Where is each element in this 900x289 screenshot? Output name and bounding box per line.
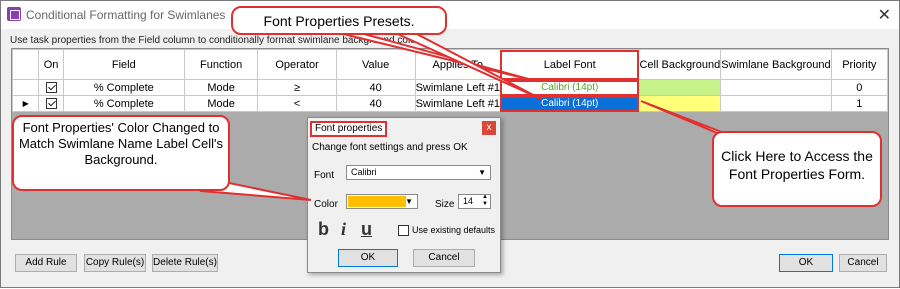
field-cell[interactable]: % Complete bbox=[62, 79, 185, 96]
stepper-arrows-icon[interactable]: ▲ ▼ bbox=[482, 194, 488, 208]
function-cell[interactable]: Mode bbox=[183, 79, 259, 96]
add-rule-button[interactable]: Add Rule bbox=[15, 254, 77, 272]
row-selector[interactable] bbox=[11, 79, 40, 96]
column-header-swimlane-background[interactable]: Swimlane Background bbox=[720, 49, 832, 80]
color-swatch bbox=[348, 196, 406, 207]
column-header-value[interactable]: Value bbox=[335, 49, 416, 80]
size-value: 14 bbox=[463, 196, 474, 206]
label-font-cell[interactable]: Calibri (14pt) bbox=[499, 95, 640, 112]
row-selector[interactable]: ▶ bbox=[11, 95, 40, 112]
function-cell[interactable]: Mode bbox=[183, 95, 259, 112]
font-dialog-close-icon[interactable]: x bbox=[482, 121, 496, 135]
underline-button[interactable]: u bbox=[361, 219, 372, 240]
column-header-label-font[interactable]: Label Font bbox=[499, 49, 640, 80]
field-cell[interactable]: % Complete bbox=[62, 95, 185, 112]
rules-table: On Field Function Operator Value Applies… bbox=[11, 49, 889, 112]
click-here-callout: Click Here to Access the Font Properties… bbox=[712, 131, 882, 207]
font-dialog-cancel-button[interactable]: Cancel bbox=[413, 249, 475, 267]
column-header-priority[interactable]: Priority bbox=[830, 49, 889, 80]
color-changed-callout: Font Properties' Color Changed to Match … bbox=[12, 115, 230, 191]
column-header-function[interactable]: Function bbox=[183, 49, 259, 80]
column-header-operator[interactable]: Operator bbox=[257, 49, 337, 80]
applies-to-cell[interactable]: Swimlane Left #1 bbox=[414, 95, 501, 112]
table-row[interactable]: % Complete Mode ≥ 40 Swimlane Left #1 Ca… bbox=[11, 79, 889, 96]
delete-rule-button[interactable]: Delete Rule(s) bbox=[152, 254, 218, 272]
chevron-down-icon: ▼ bbox=[478, 168, 486, 177]
use-existing-defaults-checkbox[interactable] bbox=[398, 225, 409, 236]
operator-cell[interactable]: < bbox=[257, 95, 337, 112]
value-cell[interactable]: 40 bbox=[335, 79, 416, 96]
size-stepper[interactable]: 14 ▲ ▼ bbox=[458, 194, 491, 209]
on-checkbox-cell[interactable] bbox=[38, 95, 64, 112]
cancel-button[interactable]: Cancel bbox=[839, 254, 887, 272]
font-dialog-ok-button[interactable]: OK bbox=[338, 249, 398, 267]
value-cell[interactable]: 40 bbox=[335, 95, 416, 112]
cell-background-cell[interactable] bbox=[638, 79, 722, 96]
app-icon bbox=[7, 7, 21, 21]
on-checkbox-cell[interactable] bbox=[38, 79, 64, 96]
instruction-text: Use task properties from the Field colum… bbox=[10, 35, 425, 46]
cell-background-cell[interactable] bbox=[638, 95, 722, 112]
swimlane-background-cell[interactable] bbox=[720, 95, 832, 112]
table-row[interactable]: ▶ % Complete Mode < 40 Swimlane Left #1 … bbox=[11, 95, 889, 112]
font-select[interactable]: Calibri ▼ bbox=[346, 165, 491, 180]
applies-to-cell[interactable]: Swimlane Left #1 bbox=[414, 79, 501, 96]
window-title: Conditional Formatting for Swimlanes bbox=[26, 8, 226, 22]
bold-button[interactable]: b bbox=[318, 219, 329, 240]
ok-button[interactable]: OK bbox=[779, 254, 833, 272]
font-properties-dialog: Font properties x Change font settings a… bbox=[307, 117, 501, 273]
header-row: On Field Function Operator Value Applies… bbox=[11, 49, 889, 80]
font-properties-title: Font properties bbox=[310, 121, 388, 137]
color-picker[interactable]: ▼ bbox=[346, 194, 418, 209]
column-header-cell-background[interactable]: Cell Background bbox=[638, 49, 722, 80]
column-header-on[interactable]: On bbox=[38, 49, 64, 80]
conditional-formatting-window: Conditional Formatting for Swimlanes ✕ U… bbox=[0, 0, 900, 288]
size-label: Size bbox=[435, 199, 455, 210]
font-dialog-instruction: Change font settings and press OK bbox=[312, 142, 468, 153]
priority-cell[interactable]: 0 bbox=[830, 79, 889, 96]
label-font-cell[interactable]: Calibri (14pt) bbox=[499, 79, 640, 96]
font-label: Font bbox=[314, 170, 335, 181]
on-checkbox[interactable] bbox=[45, 98, 57, 110]
priority-cell[interactable]: 1 bbox=[830, 95, 889, 112]
chevron-down-icon: ▼ bbox=[405, 197, 413, 206]
swimlane-background-cell[interactable] bbox=[720, 79, 832, 96]
operator-cell[interactable]: ≥ bbox=[257, 79, 337, 96]
font-select-value: Calibri bbox=[351, 167, 377, 177]
row-selector-header bbox=[11, 49, 40, 80]
column-header-field[interactable]: Field bbox=[62, 49, 185, 80]
column-header-applies-to[interactable]: Applies To bbox=[414, 49, 501, 80]
on-checkbox[interactable] bbox=[45, 82, 57, 94]
color-label: Color bbox=[314, 199, 338, 210]
use-existing-defaults-label: Use existing defaults bbox=[412, 225, 496, 235]
presets-callout: Font Properties Presets. bbox=[231, 6, 447, 35]
italic-button[interactable]: i bbox=[341, 219, 346, 240]
title-bar: Conditional Formatting for Swimlanes ✕ bbox=[1, 1, 899, 29]
copy-rule-button[interactable]: Copy Rule(s) bbox=[84, 254, 146, 272]
close-icon[interactable]: ✕ bbox=[878, 5, 891, 25]
